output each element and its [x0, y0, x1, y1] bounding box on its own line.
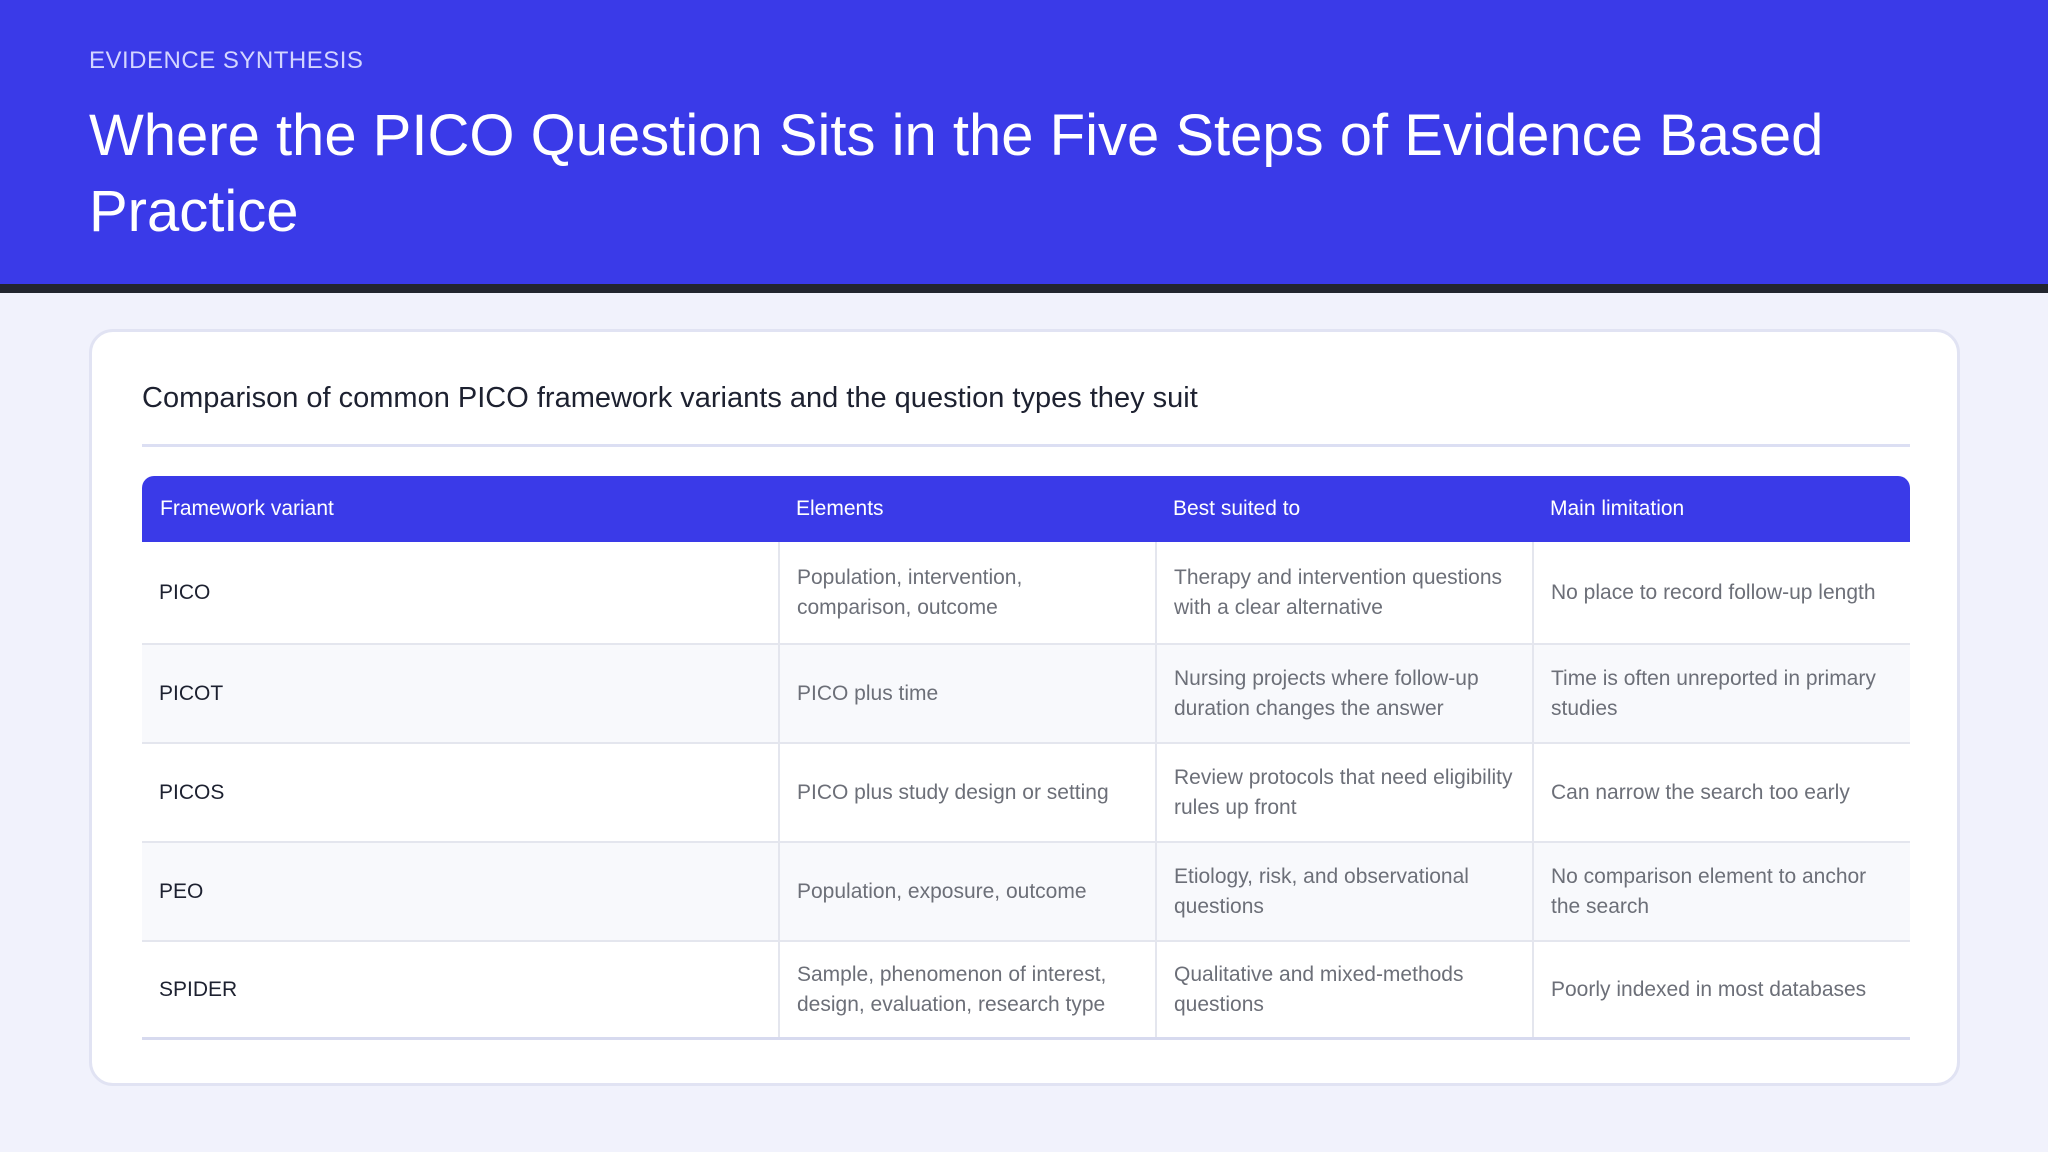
cell-best-suited-to: Etiology, risk, and observational questi… [1155, 843, 1532, 940]
cell-framework-variant: PICO [159, 580, 211, 604]
cell-elements: PICO plus study design or setting [778, 744, 1155, 841]
table-row: PEO Population, exposure, outcome Etiolo… [142, 841, 1910, 940]
cell-best-suited-to: Review protocols that need eligibility r… [1155, 744, 1532, 841]
cell-framework-variant: PEO [159, 879, 204, 903]
cell-elements: Sample, phenomenon of interest, design, … [778, 942, 1155, 1037]
cell-main-limitation: No place to record follow-up length [1532, 542, 1910, 643]
column-header-framework-variant: Framework variant [160, 497, 334, 520]
page-header: EVIDENCE SYNTHESIS Where the PICO Questi… [0, 0, 2048, 284]
table-row: PICOT PICO plus time Nursing projects wh… [142, 643, 1910, 742]
cell-best-suited-to: Nursing projects where follow-up duratio… [1155, 645, 1532, 742]
column-header-main-limitation: Main limitation [1550, 497, 1685, 520]
card-title: Comparison of common PICO framework vari… [142, 382, 1198, 414]
column-header-best-suited-to: Best suited to [1173, 497, 1301, 520]
table-row: SPIDER Sample, phenomenon of interest, d… [142, 940, 1910, 1040]
table-row: PICO Population, intervention, compariso… [142, 542, 1910, 643]
cell-framework-variant: PICOT [159, 681, 224, 705]
table-header: Framework variant Elements Best suited t… [142, 476, 1910, 542]
cell-best-suited-to: Therapy and intervention questions with … [1155, 542, 1532, 643]
cell-main-limitation: Time is often unreported in primary stud… [1532, 645, 1910, 742]
cell-main-limitation: Can narrow the search too early [1532, 744, 1910, 841]
comparison-card: Comparison of common PICO framework vari… [89, 329, 1960, 1086]
header-divider [0, 284, 2048, 293]
column-header-elements: Elements [796, 497, 884, 520]
cell-elements: Population, exposure, outcome [778, 843, 1155, 940]
table-row: PICOS PICO plus study design or setting … [142, 742, 1910, 841]
section-eyebrow: EVIDENCE SYNTHESIS [89, 47, 364, 74]
cell-main-limitation: No comparison element to anchor the sear… [1532, 843, 1910, 940]
cell-framework-variant: PICOS [159, 780, 225, 804]
cell-framework-variant: SPIDER [159, 977, 238, 1001]
cell-best-suited-to: Qualitative and mixed-methods questions [1155, 942, 1532, 1037]
cell-elements: PICO plus time [778, 645, 1155, 742]
card-title-divider [142, 444, 1910, 447]
cell-elements: Population, intervention, comparison, ou… [778, 542, 1155, 643]
page-title: Where the PICO Question Sits in the Five… [89, 103, 1824, 244]
framework-table: Framework variant Elements Best suited t… [142, 476, 1910, 1040]
cell-main-limitation: Poorly indexed in most databases [1532, 942, 1910, 1037]
